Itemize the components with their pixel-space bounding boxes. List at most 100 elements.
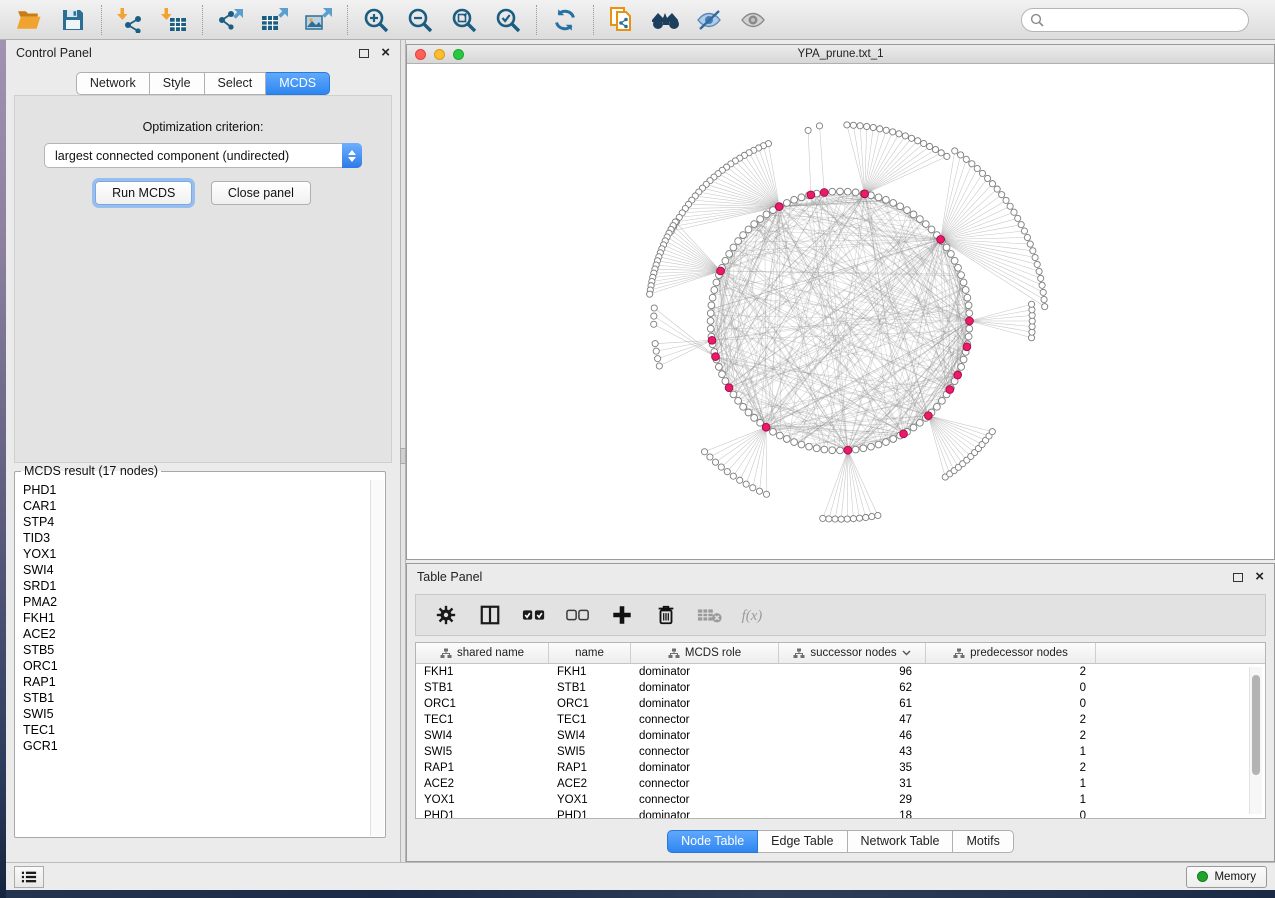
tab-style[interactable]: Style xyxy=(150,72,205,95)
mcds-hub-node[interactable] xyxy=(900,430,908,438)
column-header-successor-nodes[interactable]: successor nodes xyxy=(779,643,926,663)
satellite-node[interactable] xyxy=(952,148,958,154)
delete-row-button[interactable] xyxy=(652,601,680,629)
satellite-node[interactable] xyxy=(927,143,933,149)
satellite-node[interactable] xyxy=(743,481,749,487)
satellite-node[interactable] xyxy=(805,127,811,133)
ring-node[interactable] xyxy=(783,200,790,207)
column-header-predecessor-nodes[interactable]: predecessor nodes xyxy=(926,643,1096,663)
satellite-node[interactable] xyxy=(989,429,995,435)
ring-node[interactable] xyxy=(757,216,764,223)
mcds-hub-node[interactable] xyxy=(954,371,962,379)
table-row[interactable]: ORC1ORC1dominator610 xyxy=(416,696,1265,712)
memory-button[interactable]: Memory xyxy=(1186,866,1267,888)
ring-node[interactable] xyxy=(730,391,737,398)
table-row[interactable]: FKH1FKH1dominator962 xyxy=(416,664,1265,680)
ring-node[interactable] xyxy=(910,424,917,431)
ring-node[interactable] xyxy=(943,244,950,251)
satellite-node[interactable] xyxy=(999,192,1005,198)
zoom-out-button[interactable] xyxy=(401,4,439,36)
satellite-node[interactable] xyxy=(712,459,718,465)
satellite-node[interactable] xyxy=(994,186,1000,192)
import-table-button[interactable] xyxy=(155,4,193,36)
table-row[interactable]: TEC1TEC1connector472 xyxy=(416,712,1265,728)
satellite-node[interactable] xyxy=(1039,282,1045,288)
close-panel-icon[interactable]: × xyxy=(1255,572,1264,582)
ring-node[interactable] xyxy=(958,272,965,279)
table-row[interactable]: PHD1PHD1dominator180 xyxy=(416,808,1265,819)
list-item[interactable]: FKH1 xyxy=(23,610,370,626)
mcds-hub-node[interactable] xyxy=(708,336,716,344)
deselect-all-button[interactable] xyxy=(564,601,592,629)
ring-node[interactable] xyxy=(745,409,752,416)
ring-node[interactable] xyxy=(922,221,929,228)
mcds-hub-node[interactable] xyxy=(717,267,725,275)
list-item[interactable]: GCR1 xyxy=(23,738,370,754)
ring-node[interactable] xyxy=(713,279,720,286)
satellite-node[interactable] xyxy=(869,513,875,519)
satellite-node[interactable] xyxy=(653,348,659,354)
select-all-button[interactable] xyxy=(520,601,548,629)
ring-node[interactable] xyxy=(763,211,770,218)
satellite-node[interactable] xyxy=(1038,275,1044,281)
satellite-node[interactable] xyxy=(1021,228,1027,234)
mcds-hub-node[interactable] xyxy=(966,317,974,325)
close-panel-icon[interactable]: × xyxy=(381,48,390,58)
satellite-node[interactable] xyxy=(979,170,985,176)
mcds-result-list[interactable]: PHD1CAR1STP4TID3YOX1SWI4SRD1PMA2FKH1ACE2… xyxy=(16,480,370,836)
ring-node[interactable] xyxy=(928,226,935,233)
ring-node[interactable] xyxy=(897,203,904,210)
table-settings-button[interactable] xyxy=(432,601,460,629)
hide-selected-button[interactable] xyxy=(691,4,729,36)
mcds-hub-node[interactable] xyxy=(820,189,828,197)
list-item[interactable]: YOX1 xyxy=(23,546,370,562)
ring-node[interactable] xyxy=(860,445,867,452)
satellite-node[interactable] xyxy=(850,122,856,128)
satellite-node[interactable] xyxy=(1032,254,1038,260)
mcds-hub-node[interactable] xyxy=(712,353,720,361)
satellite-node[interactable] xyxy=(1003,197,1009,203)
satellite-node[interactable] xyxy=(730,473,736,479)
ring-node[interactable] xyxy=(868,443,875,450)
satellite-node[interactable] xyxy=(877,126,883,132)
zoom-selected-button[interactable] xyxy=(489,4,527,36)
first-neighbors-button[interactable] xyxy=(647,4,685,36)
column-header-MCDS-role[interactable]: MCDS role xyxy=(631,643,779,663)
ring-node[interactable] xyxy=(735,238,742,245)
mcds-hub-node[interactable] xyxy=(861,190,869,198)
ring-node[interactable] xyxy=(955,264,962,271)
mcds-hub-node[interactable] xyxy=(963,343,971,351)
run-mcds-button[interactable]: Run MCDS xyxy=(95,181,192,205)
satellite-node[interactable] xyxy=(850,516,856,522)
mcds-hub-node[interactable] xyxy=(807,191,815,199)
ring-node[interactable] xyxy=(770,428,777,435)
satellite-node[interactable] xyxy=(921,140,927,146)
refresh-button[interactable] xyxy=(546,4,584,36)
list-item[interactable]: TID3 xyxy=(23,530,370,546)
open-file-button[interactable] xyxy=(10,4,48,36)
ring-node[interactable] xyxy=(821,446,828,453)
satellite-node[interactable] xyxy=(1015,215,1021,221)
ring-node[interactable] xyxy=(726,251,733,258)
ring-node[interactable] xyxy=(966,325,973,332)
satellite-node[interactable] xyxy=(652,341,658,347)
tab-select[interactable]: Select xyxy=(205,72,267,95)
network-from-selection-button[interactable] xyxy=(603,4,641,36)
satellite-node[interactable] xyxy=(1028,301,1034,307)
column-header-shared-name[interactable]: shared name xyxy=(416,643,549,663)
satellite-node[interactable] xyxy=(864,123,870,129)
list-item[interactable]: STB1 xyxy=(23,690,370,706)
satellite-node[interactable] xyxy=(908,135,914,141)
list-item[interactable]: PMA2 xyxy=(23,594,370,610)
satellite-node[interactable] xyxy=(724,469,730,475)
network-canvas[interactable] xyxy=(407,64,1274,559)
ring-node[interactable] xyxy=(791,439,798,446)
table-scrollbar[interactable] xyxy=(1249,667,1262,814)
table-row[interactable]: YOX1YOX1connector291 xyxy=(416,792,1265,808)
mcds-hub-node[interactable] xyxy=(924,412,932,420)
satellite-node[interactable] xyxy=(1030,248,1036,254)
satellite-node[interactable] xyxy=(1036,268,1042,274)
ring-node[interactable] xyxy=(951,257,958,264)
ring-node[interactable] xyxy=(751,221,758,228)
list-item[interactable]: RAP1 xyxy=(23,674,370,690)
